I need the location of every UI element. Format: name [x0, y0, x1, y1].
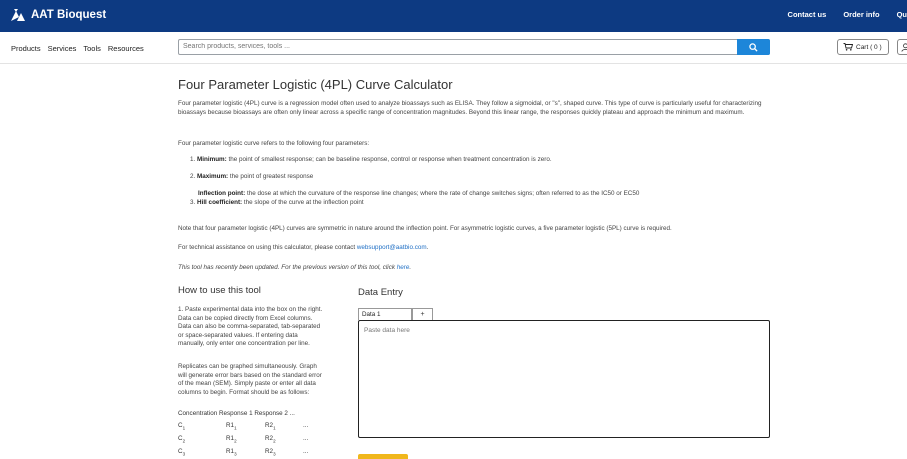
howto-line: or space-separated values. If entering d…: [178, 332, 328, 341]
cell-r1: R1: [226, 422, 234, 429]
data-textarea[interactable]: Paste data here: [358, 320, 770, 438]
cell-r2: R2: [265, 435, 273, 442]
support-text: For technical assistance on using this c…: [178, 244, 357, 251]
support-email-link[interactable]: websupport@aatbio.com: [357, 244, 427, 251]
table-row: R21: [265, 422, 276, 430]
howto-line: Replicates can be graphed simultaneously…: [178, 363, 328, 372]
param-term: Inflection point:: [198, 190, 245, 197]
user-icon: [901, 43, 907, 52]
cell-sub: 1: [183, 425, 186, 430]
quote-link[interactable]: Qu: [897, 10, 907, 19]
param-term: Minimum:: [197, 156, 227, 163]
data-textarea-placeholder: Paste data here: [364, 327, 410, 334]
nav-resources[interactable]: Resources: [108, 44, 144, 53]
intro-paragraph: Four parameter logistic (4PL) curve is a…: [178, 100, 768, 117]
param-item-minimum: 1. Minimum: the point of smallest respon…: [190, 156, 552, 163]
cell-sub: 3: [234, 451, 237, 456]
search-button[interactable]: [737, 39, 770, 55]
updated-suffix: .: [409, 264, 411, 271]
table-row: C3: [178, 448, 185, 456]
howto-line: Data can also be comma-separated, tab-se…: [178, 323, 328, 332]
howto-line: manually, only enter one concentration p…: [178, 340, 328, 349]
howto-line: columns to begin. Format should be as fo…: [178, 389, 328, 398]
table-row: C2: [178, 435, 185, 443]
search-bar: [178, 39, 770, 55]
account-button[interactable]: [897, 39, 907, 55]
table-header: Concentration Response 1 Response 2 ...: [178, 410, 295, 417]
params-heading: Four parameter logistic curve refers to …: [178, 140, 768, 149]
param-item-inflection: Inflection point: the dose at which the …: [198, 190, 639, 197]
cell-sub: 2: [183, 438, 186, 443]
cell-more: ...: [303, 435, 308, 442]
nav-tools[interactable]: Tools: [83, 44, 101, 53]
param-item-hill: 3. Hill coefficient: the slope of the cu…: [190, 199, 364, 206]
logo-icon: [10, 8, 26, 22]
cell-sub: 1: [234, 425, 237, 430]
param-desc: the point of greatest response: [228, 173, 313, 180]
cell-more: ...: [303, 448, 308, 455]
param-desc: the dose at which the curvature of the r…: [245, 190, 639, 197]
support-suffix: .: [427, 244, 429, 251]
symmetry-note: Note that four parameter logistic (4PL) …: [178, 225, 768, 234]
previous-version-link[interactable]: here: [397, 264, 410, 271]
param-number: 2.: [190, 173, 195, 180]
table-row: R23: [265, 448, 276, 456]
cell-r1: R1: [226, 448, 234, 455]
brand-logo[interactable]: AAT Bioquest: [10, 8, 106, 22]
data-entry-heading: Data Entry: [358, 287, 403, 298]
howto-line: Data can be copied directly from Excel c…: [178, 315, 328, 324]
cell-sub: 3: [183, 451, 186, 456]
cell-more: ...: [303, 422, 308, 429]
cell-sub: 2: [234, 438, 237, 443]
cell-sub: 2: [273, 438, 276, 443]
cell-r2: R2: [265, 422, 273, 429]
cell-sub: 3: [273, 451, 276, 456]
table-row: R22: [265, 435, 276, 443]
table-row: R11: [226, 422, 237, 430]
cell-r1: R1: [226, 435, 234, 442]
cart-button[interactable]: Cart ( 0 ): [837, 39, 889, 55]
header-response-1: Response 1: [219, 410, 253, 417]
header-concentration: Concentration: [178, 410, 217, 417]
header-more: ...: [290, 410, 295, 417]
cart-label: Cart ( 0 ): [856, 44, 882, 51]
param-term: Hill coefficient:: [197, 199, 242, 206]
howto-paragraph-1: 1. Paste experimental data into the box …: [178, 306, 328, 349]
howto-heading: How to use this tool: [178, 285, 261, 296]
nav-services[interactable]: Services: [48, 44, 77, 53]
table-row: R13: [226, 448, 237, 456]
nav-products[interactable]: Products: [11, 44, 41, 53]
param-number: 1.: [190, 156, 195, 163]
table-row: R12: [226, 435, 237, 443]
param-number: 3.: [190, 199, 195, 206]
page-title: Four Parameter Logistic (4PL) Curve Calc…: [178, 77, 453, 92]
param-desc: the point of smallest response; can be b…: [227, 156, 552, 163]
cart-icon: [843, 43, 853, 51]
param-term: Maximum:: [197, 173, 228, 180]
updated-note: This tool has recently been updated. For…: [178, 264, 768, 273]
brand-name: AAT Bioquest: [31, 9, 106, 21]
howto-line: of the mean (SEM). Simply paste or enter…: [178, 380, 328, 389]
add-tab-button[interactable]: +: [412, 308, 433, 320]
howto-line: will generate error bars based on the st…: [178, 372, 328, 381]
contact-us-link[interactable]: Contact us: [788, 10, 827, 19]
howto-paragraph-2: Replicates can be graphed simultaneously…: [178, 363, 328, 397]
order-info-link[interactable]: Order info: [843, 10, 879, 19]
table-row: C1: [178, 422, 185, 430]
param-item-maximum: 2. Maximum: the point of greatest respon…: [190, 173, 313, 180]
updated-text: This tool has recently been updated. For…: [178, 264, 397, 271]
top-bar: AAT Bioquest Contact us Order info Qu: [0, 0, 907, 32]
tab-data-1[interactable]: Data 1: [358, 308, 412, 320]
cell-sub: 1: [273, 425, 276, 430]
search-input[interactable]: [183, 43, 733, 50]
search-icon: [749, 43, 758, 52]
cell-r2: R2: [265, 448, 273, 455]
howto-line: 1. Paste experimental data into the box …: [178, 306, 328, 315]
param-desc: the slope of the curve at the inflection…: [242, 199, 363, 206]
support-line: For technical assistance on using this c…: [178, 244, 768, 253]
header-response-2: Response 2: [254, 410, 288, 417]
